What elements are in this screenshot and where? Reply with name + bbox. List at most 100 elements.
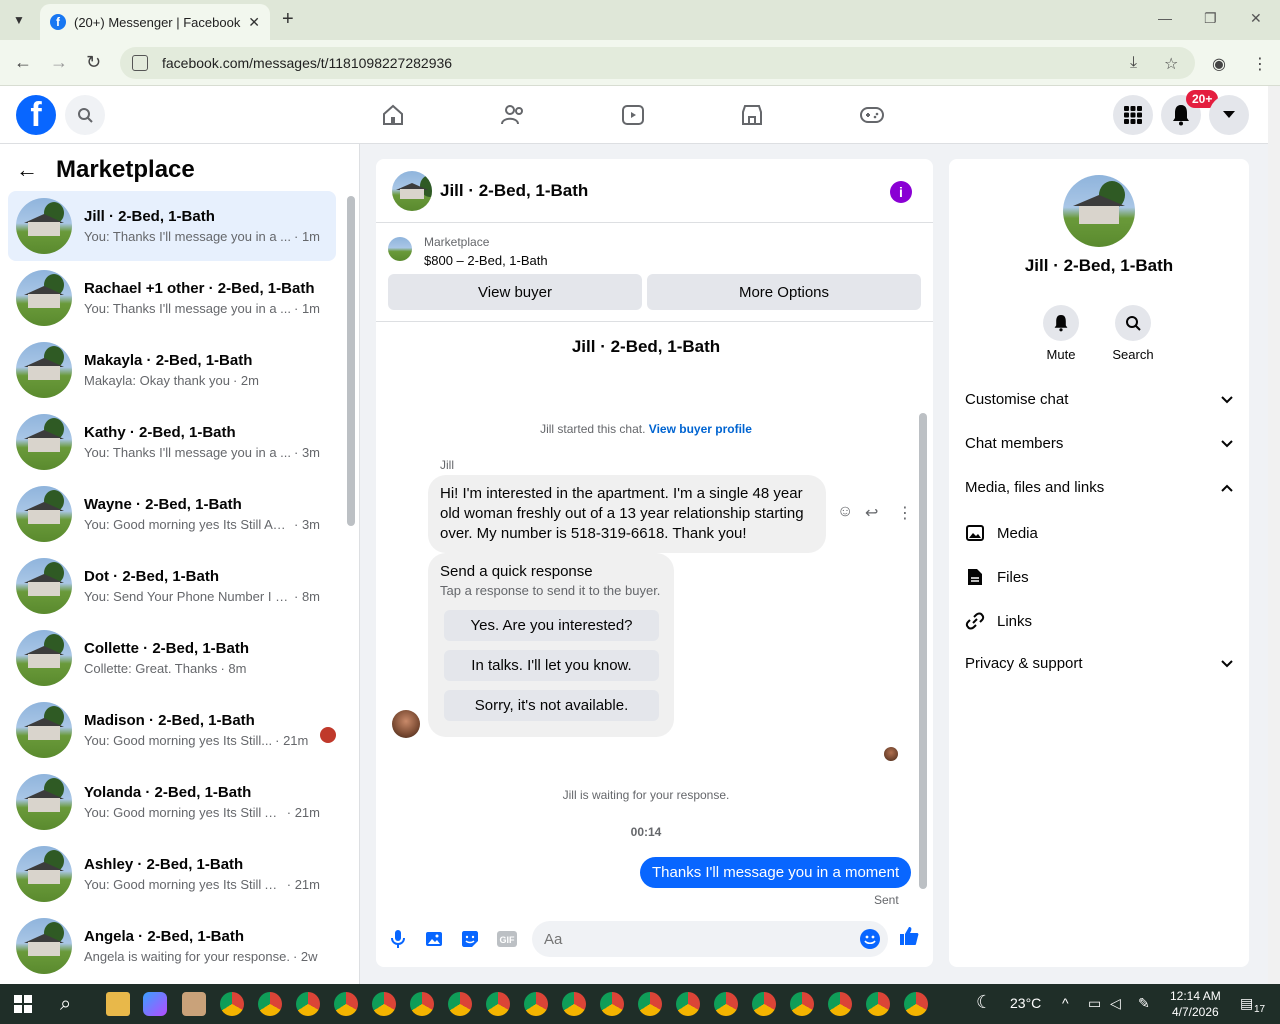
react-icon[interactable]: ☺ (837, 503, 853, 521)
chat-scrollbar[interactable] (919, 413, 927, 889)
restore-button[interactable]: ❐ (1204, 10, 1217, 27)
incoming-message[interactable]: Hi! I'm interested in the apartment. I'm… (428, 475, 826, 553)
sidebar-scrollbar[interactable] (347, 196, 355, 526)
menu-grid-button[interactable] (1113, 95, 1153, 135)
files-item[interactable]: Files (965, 567, 1029, 587)
chrome-icon[interactable] (600, 992, 624, 1016)
minimize-button[interactable]: — (1158, 10, 1172, 26)
media-files-links-row[interactable]: Media, files and links (965, 479, 1233, 496)
conversation-item[interactable]: Collette · 2-Bed, 1-Bath Collette: Great… (8, 623, 336, 693)
chrome-icon[interactable] (524, 992, 548, 1016)
taskbar-search-icon[interactable]: ⌕ (60, 993, 71, 1016)
conversation-item[interactable]: Rachael +1 other · 2-Bed, 1-Bath You: Th… (8, 263, 336, 333)
info-icon[interactable]: i (890, 181, 912, 203)
back-arrow-icon[interactable]: ← (16, 157, 38, 183)
chrome-icon[interactable] (828, 992, 852, 1016)
network-icon[interactable]: ▭ (1088, 995, 1101, 1012)
bookmark-star-icon[interactable]: ☆ (1164, 54, 1178, 74)
privacy-support-row[interactable]: Privacy & support (965, 655, 1233, 672)
chrome-icon[interactable] (220, 992, 244, 1016)
view-buyer-button[interactable]: View buyer (388, 274, 642, 310)
marketplace-nav-button[interactable] (737, 100, 767, 130)
conversation-item[interactable]: Ashley · 2-Bed, 1-Bath You: Good morning… (8, 839, 336, 909)
gif-icon[interactable]: GIF (496, 929, 518, 949)
menu-dots-icon[interactable]: ⋮ (1252, 54, 1268, 74)
thumbs-up-icon[interactable] (898, 925, 920, 953)
forward-button[interactable]: → (50, 52, 68, 73)
chrome-icon[interactable] (372, 992, 396, 1016)
emoji-icon[interactable] (860, 929, 880, 949)
chat-title[interactable]: Jill · 2-Bed, 1-Bath (440, 181, 588, 201)
weather-temp[interactable]: 23°C (1010, 995, 1041, 1011)
chrome-icon[interactable] (904, 992, 928, 1016)
sender-avatar[interactable] (392, 710, 420, 738)
new-tab-button[interactable]: + (282, 8, 294, 31)
pen-icon[interactable]: ✎ (1138, 995, 1150, 1012)
search-action[interactable]: Search (1103, 305, 1163, 362)
chrome-icon[interactable] (752, 992, 776, 1016)
chrome-icon[interactable] (334, 992, 358, 1016)
close-tab-icon[interactable]: ✕ (248, 14, 260, 31)
gaming-nav-button[interactable] (857, 100, 887, 130)
volume-icon[interactable]: ◁ (1110, 995, 1121, 1012)
chrome-icon[interactable] (562, 992, 586, 1016)
install-app-icon[interactable]: ⤓ (1130, 54, 1137, 72)
chrome-icon[interactable] (676, 992, 700, 1016)
sticker-icon[interactable] (460, 929, 480, 949)
account-button[interactable] (1209, 95, 1249, 135)
microphone-icon[interactable] (388, 929, 408, 949)
conversation-item[interactable]: Wayne · 2-Bed, 1-Bath You: Good morning … (8, 479, 336, 549)
conversation-item[interactable]: Yolanda · 2-Bed, 1-Bath You: Good mornin… (8, 767, 336, 837)
copilot-icon[interactable] (143, 992, 167, 1016)
media-item[interactable]: Media (965, 523, 1038, 543)
conversation-item[interactable]: Angela · 2-Bed, 1-Bath Angela is waiting… (8, 911, 336, 981)
conversation-item[interactable]: Jill · 2-Bed, 1-Bath You: Thanks I'll me… (8, 191, 336, 261)
quick-response-button[interactable]: Yes. Are you interested? (444, 610, 659, 641)
chrome-icon[interactable] (714, 992, 738, 1016)
taskbar-clock[interactable]: 12:14 AM 4/7/2026 (1170, 988, 1221, 1020)
more-actions-icon[interactable]: ⋮ (897, 503, 913, 523)
profile-avatar[interactable] (1063, 175, 1135, 247)
chrome-icon[interactable] (486, 992, 510, 1016)
conversation-item[interactable]: Makayla · 2-Bed, 1-Bath Makayla: Okay th… (8, 335, 336, 405)
windows-start-icon[interactable] (14, 995, 32, 1013)
chrome-icon[interactable] (638, 992, 662, 1016)
friends-nav-button[interactable] (498, 100, 528, 130)
back-button[interactable]: ← (14, 52, 32, 73)
message-input[interactable] (532, 921, 888, 957)
photo-icon[interactable] (424, 929, 444, 949)
reply-icon[interactable]: ↩ (865, 503, 878, 523)
home-nav-button[interactable] (378, 100, 408, 130)
links-item[interactable]: Links (965, 611, 1032, 631)
chrome-icon[interactable] (296, 992, 320, 1016)
page-scrollbar[interactable] (1268, 86, 1280, 984)
conversation-item[interactable]: Madison · 2-Bed, 1-Bath You: Good mornin… (8, 695, 336, 765)
notification-center-icon[interactable]: ▤ (1240, 995, 1253, 1012)
chat-avatar[interactable] (392, 170, 432, 211)
weather-icon[interactable]: ☾ (976, 992, 992, 1013)
mute-action[interactable]: Mute (1031, 305, 1091, 362)
watch-nav-button[interactable] (618, 100, 648, 130)
chrome-icon[interactable] (866, 992, 890, 1016)
marketplace-listing-card[interactable]: Marketplace $800 – 2-Bed, 1-Bath (388, 235, 548, 268)
browser-tab[interactable]: f (20+) Messenger | Facebook ✕ (40, 4, 270, 40)
chrome-icon[interactable] (258, 992, 282, 1016)
site-info-icon[interactable] (132, 55, 148, 71)
chat-members-row[interactable]: Chat members (965, 435, 1233, 452)
tray-chevron-icon[interactable]: ^ (1062, 995, 1069, 1011)
quick-response-button[interactable]: In talks. I'll let you know. (444, 650, 659, 681)
chrome-icon[interactable] (410, 992, 434, 1016)
search-button[interactable] (65, 95, 105, 135)
paint-icon[interactable] (182, 992, 206, 1016)
view-buyer-profile-link[interactable]: View buyer profile (649, 422, 752, 436)
more-options-button[interactable]: More Options (647, 274, 921, 310)
url-bar[interactable]: facebook.com/messages/t/1181098227282936 (120, 47, 1195, 79)
facebook-logo-icon[interactable]: f (16, 95, 56, 135)
conversation-item[interactable]: Dot · 2-Bed, 1-Bath You: Send Your Phone… (8, 551, 336, 621)
file-explorer-icon[interactable] (106, 992, 130, 1016)
quick-response-button[interactable]: Sorry, it's not available. (444, 690, 659, 721)
close-window-button[interactable]: ✕ (1250, 10, 1262, 27)
outgoing-message[interactable]: Thanks I'll message you in a moment (640, 857, 912, 888)
conversation-item[interactable]: Kathy · 2-Bed, 1-Bath You: Thanks I'll m… (8, 407, 336, 477)
profile-icon[interactable]: ◉ (1212, 54, 1226, 74)
